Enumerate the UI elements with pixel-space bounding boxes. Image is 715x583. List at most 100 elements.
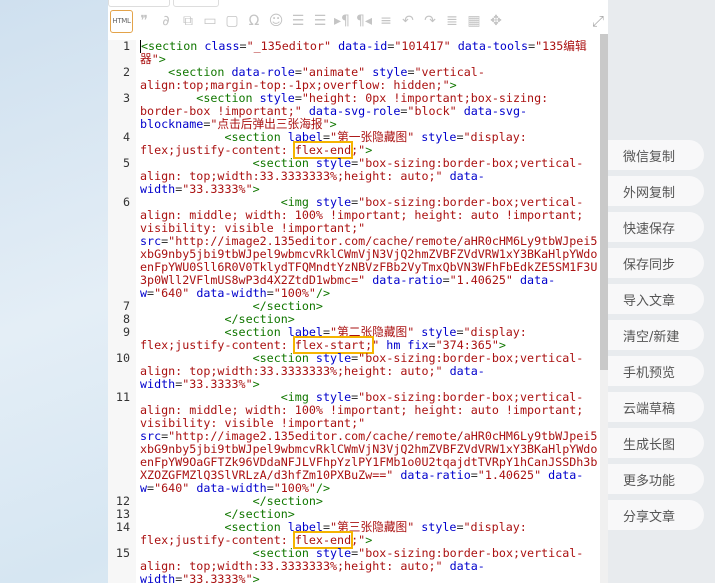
attribute-token: data-svg-role	[301, 104, 401, 118]
attribute-token: label	[280, 520, 323, 534]
side-button[interactable]: 快速保存	[608, 212, 704, 242]
code-line: 2 <section data-role="animate" style="ve…	[108, 66, 600, 92]
move-icon[interactable]: ✥	[485, 13, 507, 29]
line-height-icon[interactable]: ≡	[375, 13, 397, 29]
undo-icon[interactable]: ↶	[397, 13, 419, 29]
quote-icon[interactable]: ❞	[133, 13, 155, 29]
attribute-token: label	[280, 130, 323, 144]
plain-token: =	[294, 65, 302, 79]
plain-token: =	[239, 40, 247, 53]
line-number: 10	[115, 351, 130, 365]
side-button[interactable]: 生成长图	[608, 428, 704, 458]
font-size-select[interactable]	[173, 0, 219, 7]
unordered-list-icon[interactable]: ☰	[309, 13, 331, 29]
tag-token: >	[498, 338, 506, 352]
ltr-icon[interactable]: ▸¶	[331, 13, 353, 29]
attribute-token: style	[308, 546, 352, 560]
attribute-token: style	[308, 195, 352, 209]
tag-token: <section	[196, 91, 253, 105]
line-number: 4	[122, 130, 130, 144]
side-button[interactable]: 外网复制	[608, 176, 704, 206]
string-token: "第二张隐藏图"	[330, 325, 415, 339]
side-button[interactable]: 分享文章	[608, 500, 704, 530]
plain-token: =	[456, 520, 464, 534]
code-line: 15 <section style="box-sizing:border-box…	[108, 547, 600, 583]
rtl-icon[interactable]: ¶◂	[353, 13, 375, 29]
string-token: "1.40625"	[477, 468, 542, 482]
side-button[interactable]: 导入文章	[608, 284, 704, 314]
attribute-token: style	[308, 351, 352, 365]
tag-token: <img	[280, 390, 309, 404]
side-button[interactable]: 更多功能	[608, 464, 704, 494]
code-text: <img style="box-sizing:border-box;vertic…	[140, 196, 598, 300]
tag-token: >	[252, 572, 260, 583]
image-icon[interactable]: ▢	[221, 13, 243, 29]
side-button[interactable]: 微信复制	[608, 140, 704, 170]
attribute-token: hm fix	[379, 338, 429, 352]
special-char-icon[interactable]: Ω	[243, 13, 265, 29]
tag-token: <section	[252, 351, 309, 365]
code-text: <section style="box-sizing:border-box;ve…	[140, 157, 598, 196]
side-action-panel: 微信复制外网复制快速保存保存同步导入文章清空/新建手机预览云端草稿生成长图更多功…	[608, 0, 715, 583]
plain-token: =	[456, 130, 464, 144]
plain-token: =	[470, 468, 478, 482]
tag-token: >	[365, 533, 373, 547]
plain-token: =	[322, 325, 331, 339]
tag-token: <section	[252, 156, 309, 170]
string-token: "33.3333%"	[182, 182, 253, 196]
string-token: "100%"	[273, 286, 316, 300]
code-line: 3 <section style="height: 0px !important…	[108, 92, 600, 131]
side-button[interactable]: 清空/新建	[608, 320, 704, 350]
grid-icon[interactable]: ▦	[463, 13, 485, 29]
code-text: <img style="box-sizing:border-box;vertic…	[140, 391, 598, 495]
side-button[interactable]: 手机预览	[608, 356, 704, 386]
tag-token: <section	[168, 65, 225, 79]
string-token: "第一张隐藏图"	[330, 130, 415, 144]
plain-token: =	[428, 338, 436, 352]
font-family-select[interactable]	[108, 0, 170, 7]
code-text: <section label="第二张隐藏图" style="display: …	[140, 325, 598, 354]
table-icon[interactable]: ▭	[199, 13, 221, 29]
html-source-button[interactable]: HTML	[110, 9, 133, 33]
code-text: <section class="_135editor" data-id="101…	[140, 40, 598, 66]
justify-icon[interactable]: ≣	[441, 13, 463, 29]
link-icon[interactable]: ∂	[155, 13, 177, 29]
attribute-token: label	[280, 325, 323, 339]
redo-icon[interactable]: ↷	[419, 13, 441, 29]
string-token: "374:365"	[435, 338, 499, 352]
tag-token: <img	[280, 195, 309, 209]
emoji-icon[interactable]: ☺	[265, 13, 287, 29]
code-scrollbar[interactable]	[600, 34, 608, 583]
attribute-token: class	[197, 40, 240, 53]
attribute-token: style	[308, 390, 352, 404]
tag-token: </section>	[252, 299, 323, 313]
code-area[interactable]: 1 <section class="_135editor" data-id="10…	[108, 40, 600, 583]
tag-token: >	[365, 143, 373, 157]
code-line: 9 <section label="第二张隐藏图" style="display…	[108, 325, 600, 354]
line-number: 5	[122, 156, 130, 170]
string-token: "第三张隐藏图"	[330, 520, 415, 534]
side-button[interactable]: 云端草稿	[608, 392, 704, 422]
attribute-token: data-role	[224, 65, 295, 79]
line-number: 6	[122, 195, 130, 209]
side-button[interactable]: 保存同步	[608, 248, 704, 278]
string-token: "block"	[407, 104, 457, 118]
string-token: "101417"	[394, 40, 451, 53]
top-toolbar-row	[108, 0, 608, 7]
ordered-list-icon[interactable]: ☰	[287, 13, 309, 29]
attribute-token: data-ratio	[365, 273, 443, 287]
tag-token: <section	[224, 130, 281, 144]
scrollbar-thumb[interactable]	[600, 34, 608, 370]
fullscreen-icon[interactable]: ⤢	[592, 13, 604, 30]
unlink-icon[interactable]: ⧉	[177, 13, 199, 29]
attribute-token: style	[414, 130, 457, 144]
string-token: "640"	[154, 481, 190, 495]
string-token: "33.3333%"	[182, 377, 253, 391]
string-token: "animate"	[301, 65, 366, 79]
